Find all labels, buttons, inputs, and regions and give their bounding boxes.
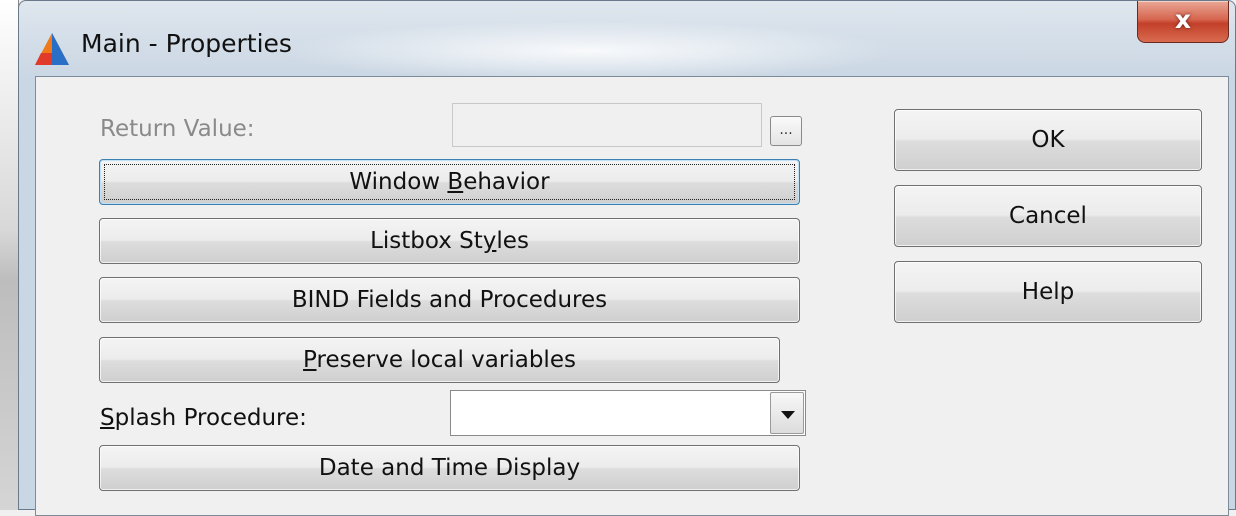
- splash-procedure-select[interactable]: [450, 390, 806, 436]
- listbox-styles-button[interactable]: Listbox Styles: [99, 218, 800, 264]
- dialog-client-area: Return Value: ... Window Behavior Listbo…: [35, 76, 1229, 516]
- date-time-display-button[interactable]: Date and Time Display: [99, 445, 800, 491]
- preserve-local-variables-button[interactable]: Preserve local variables: [99, 337, 780, 383]
- chevron-down-icon[interactable]: [770, 392, 804, 434]
- splash-procedure-label: Splash Procedure:: [100, 405, 307, 431]
- properties-dialog: Main - Properties x Return Value: ... Wi…: [18, 0, 1236, 516]
- window-behavior-button[interactable]: Window Behavior: [99, 159, 800, 205]
- close-icon: x: [1174, 5, 1192, 34]
- help-button[interactable]: Help: [894, 261, 1202, 323]
- close-button[interactable]: x: [1137, 1, 1229, 43]
- ok-button[interactable]: OK: [894, 109, 1202, 171]
- return-value-browse-button[interactable]: ...: [770, 116, 802, 146]
- cancel-button[interactable]: Cancel: [894, 185, 1202, 247]
- return-value-label: Return Value:: [100, 116, 255, 142]
- triangle-app-icon: [35, 33, 69, 65]
- bind-fields-button[interactable]: BIND Fields and Procedures: [99, 277, 800, 323]
- return-value-field: [452, 103, 762, 147]
- title-glow: [279, 21, 899, 81]
- background-window-edge: [0, 0, 19, 510]
- window-title: Main - Properties: [81, 29, 292, 58]
